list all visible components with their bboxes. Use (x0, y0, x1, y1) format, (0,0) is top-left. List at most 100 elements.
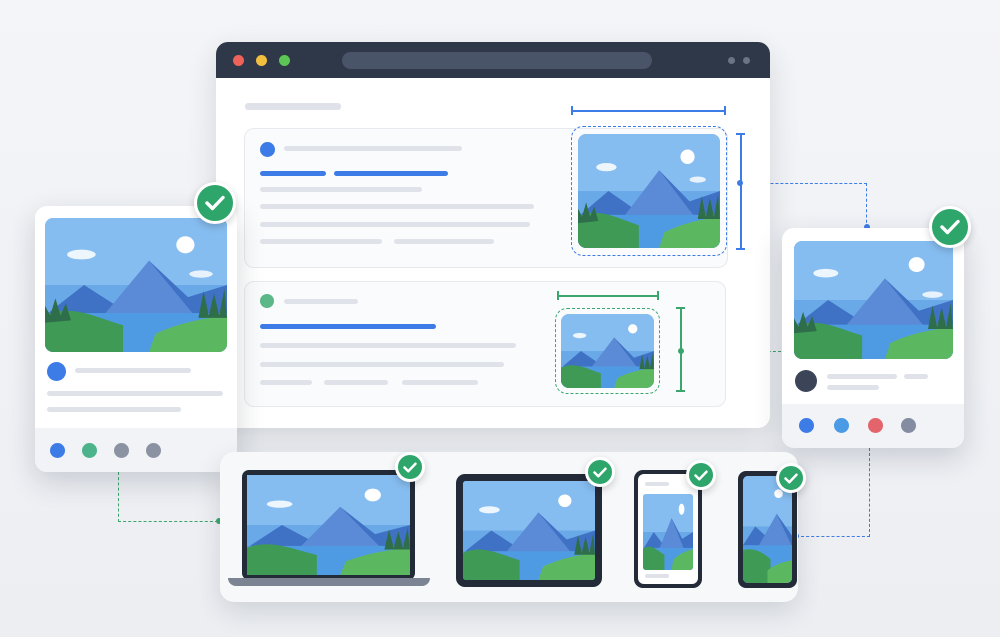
action-dot-icon[interactable] (114, 443, 129, 458)
avatar (47, 362, 66, 381)
page-heading-placeholder (245, 103, 341, 110)
phone-screen (743, 476, 792, 583)
connector-line (118, 472, 119, 522)
connector-line (796, 536, 870, 537)
landscape-image-icon (45, 218, 227, 352)
landscape-image-icon (643, 494, 693, 570)
landscape-image-icon (561, 314, 654, 388)
avatar (260, 294, 274, 308)
text-line (645, 574, 669, 578)
text-line (827, 385, 879, 390)
width-measure (572, 110, 725, 112)
avatar (260, 142, 275, 157)
action-dot-icon[interactable] (868, 418, 883, 433)
phone-device (634, 470, 702, 588)
measure-tick (657, 291, 659, 300)
action-dot-icon[interactable] (901, 418, 916, 433)
action-dot-icon[interactable] (82, 443, 97, 458)
laptop-screen (247, 475, 410, 575)
measure-tick (557, 291, 559, 300)
check-icon (929, 206, 971, 248)
check-icon (403, 461, 417, 473)
text-line (260, 222, 530, 227)
card-action-bar (35, 428, 237, 472)
check-icon (694, 469, 708, 481)
measure-tick (676, 390, 685, 392)
landscape-image-icon (463, 481, 595, 580)
text-line (260, 204, 534, 209)
tablet-screen (463, 481, 595, 580)
landscape-image-icon (794, 241, 953, 359)
landscape-image-icon (743, 476, 792, 583)
text-line (904, 374, 928, 379)
text-line (260, 362, 504, 367)
landscape-image-icon (247, 475, 410, 575)
landscape-image-icon (561, 314, 654, 388)
tablet-device (456, 474, 602, 587)
text-line (394, 239, 494, 244)
text-line (260, 187, 422, 192)
action-dot-icon[interactable] (834, 418, 849, 433)
landscape-image-icon (643, 494, 693, 570)
connector-line (866, 183, 867, 228)
address-bar[interactable] (342, 52, 652, 69)
check-icon (686, 460, 716, 490)
laptop-device (242, 470, 415, 580)
link-line (260, 324, 436, 329)
connector-line (869, 448, 870, 537)
action-dot-icon[interactable] (146, 443, 161, 458)
text-line (324, 380, 388, 385)
check-icon (395, 452, 425, 482)
text-line (260, 380, 312, 385)
measure-tick (736, 248, 745, 250)
browser-window (216, 42, 770, 428)
text-line (47, 391, 223, 396)
text-line (284, 299, 358, 304)
check-icon (593, 466, 607, 478)
menu-dot-icon[interactable] (743, 57, 750, 64)
text-line (260, 343, 516, 348)
connector-line (118, 521, 218, 522)
minimize-dot-icon[interactable] (256, 55, 267, 66)
measure-tick (676, 307, 685, 309)
width-measure (558, 295, 658, 297)
check-icon (776, 463, 806, 493)
text-line (402, 380, 478, 385)
connector-dot (678, 348, 684, 354)
measure-tick (571, 106, 573, 115)
close-dot-icon[interactable] (233, 55, 244, 66)
height-measure (740, 133, 742, 249)
phone-screen (638, 474, 698, 584)
browser-title-bar (216, 42, 770, 78)
mobile-preview-card (35, 206, 237, 472)
landscape-image-icon (578, 134, 720, 248)
action-dot-icon[interactable] (799, 418, 814, 433)
landscape-image-icon (578, 134, 720, 248)
check-icon (940, 219, 960, 235)
measure-tick (724, 106, 726, 115)
text-line (645, 482, 669, 486)
landscape-image-icon (794, 241, 953, 359)
connector-dot (737, 180, 743, 186)
link-line (334, 171, 448, 176)
check-icon (194, 182, 236, 224)
illustration-canvas (0, 0, 1000, 637)
text-line (260, 239, 382, 244)
link-line (260, 171, 326, 176)
measure-tick (736, 133, 745, 135)
check-icon (585, 457, 615, 487)
text-line (75, 368, 191, 373)
menu-dot-icon[interactable] (728, 57, 735, 64)
landscape-image-icon (45, 218, 227, 352)
maximize-dot-icon[interactable] (279, 55, 290, 66)
action-dot-icon[interactable] (50, 443, 65, 458)
laptop-base (228, 578, 430, 586)
card-action-bar (782, 404, 964, 448)
text-line (47, 407, 181, 412)
check-icon (784, 472, 798, 484)
check-icon (205, 195, 225, 211)
mobile-preview-card (782, 228, 964, 448)
avatar (795, 370, 817, 392)
text-line (827, 374, 897, 379)
text-line (284, 146, 462, 151)
